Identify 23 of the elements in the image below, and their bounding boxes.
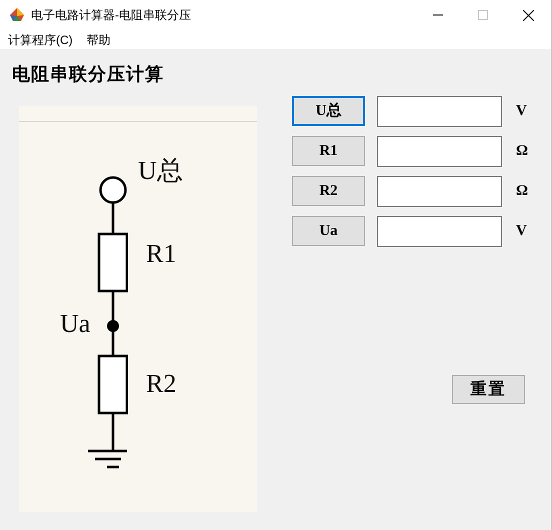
parameter-button[interactable]: R1	[292, 136, 365, 166]
unit-label: Ω	[516, 142, 528, 161]
window-title: 电子电路计算器-电阻串联分压	[31, 7, 191, 24]
close-icon[interactable]	[523, 10, 534, 20]
app-icon	[9, 7, 25, 23]
menu-item[interactable]: 计算程序(C)	[8, 30, 73, 48]
reset-button[interactable]: 重置	[452, 375, 525, 404]
page-heading: 电阻串联分压计算	[12, 63, 164, 86]
value-field[interactable]	[377, 136, 502, 166]
value-field[interactable]	[377, 216, 502, 246]
menu-item[interactable]: 帮助	[86, 30, 111, 48]
circuit-label: R1	[146, 239, 176, 269]
unit-label: V	[516, 222, 527, 241]
circuit-label: U总	[138, 156, 183, 186]
parameter-button[interactable]: R2	[292, 176, 365, 206]
parameter-button[interactable]: U总	[292, 96, 365, 126]
circuit-label: R2	[146, 369, 176, 399]
circuit-label: Ua	[60, 309, 90, 339]
unit-label: V	[516, 102, 527, 121]
parameter-button[interactable]: Ua	[292, 216, 365, 246]
value-field[interactable]	[377, 176, 502, 206]
value-field[interactable]	[377, 96, 502, 126]
unit-label: Ω	[516, 182, 528, 201]
